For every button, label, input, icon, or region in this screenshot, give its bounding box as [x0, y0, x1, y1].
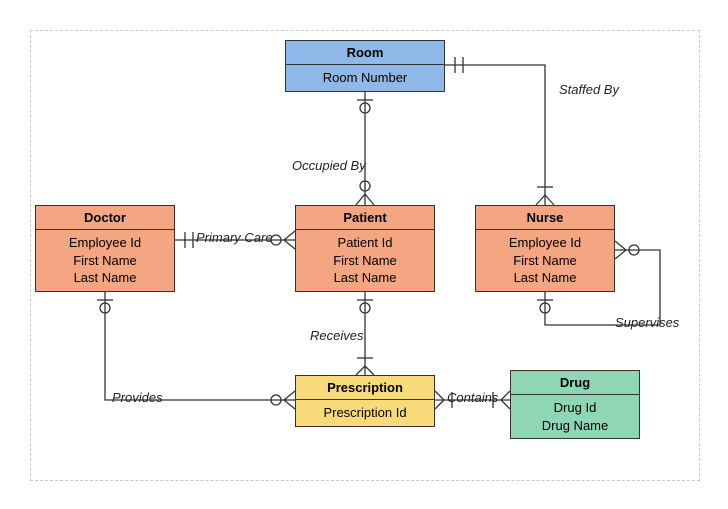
label-staffed-by: Staffed By — [559, 82, 619, 97]
entity-prescription-title: Prescription — [296, 376, 434, 400]
label-provides: Provides — [112, 390, 163, 405]
entity-doctor-attrs: Employee Id First Name Last Name — [36, 230, 174, 291]
entity-doctor-title: Doctor — [36, 206, 174, 230]
entity-patient-attrs: Patient Id First Name Last Name — [296, 230, 434, 291]
entity-prescription[interactable]: Prescription Prescription Id — [295, 375, 435, 427]
entity-room-title: Room — [286, 41, 444, 65]
entity-nurse-attrs: Employee Id First Name Last Name — [476, 230, 614, 291]
entity-drug[interactable]: Drug Drug Id Drug Name — [510, 370, 640, 439]
diagram-canvas: .ln{stroke:#333;stroke-width:1.3;fill:no… — [0, 0, 728, 509]
entity-room[interactable]: Room Room Number — [285, 40, 445, 92]
entity-prescription-attrs: Prescription Id — [296, 400, 434, 426]
entity-drug-title: Drug — [511, 371, 639, 395]
label-supervises: Supervises — [615, 315, 679, 330]
entity-doctor[interactable]: Doctor Employee Id First Name Last Name — [35, 205, 175, 292]
entity-nurse[interactable]: Nurse Employee Id First Name Last Name — [475, 205, 615, 292]
entity-drug-attrs: Drug Id Drug Name — [511, 395, 639, 438]
entity-patient-title: Patient — [296, 206, 434, 230]
label-contains: Contains — [447, 390, 498, 405]
label-receives: Receives — [310, 328, 363, 343]
entity-patient[interactable]: Patient Patient Id First Name Last Name — [295, 205, 435, 292]
label-occupied-by: Occupied By — [292, 158, 366, 173]
label-primary-care: Primary Care — [196, 230, 273, 245]
entity-room-attrs: Room Number — [286, 65, 444, 91]
entity-nurse-title: Nurse — [476, 206, 614, 230]
